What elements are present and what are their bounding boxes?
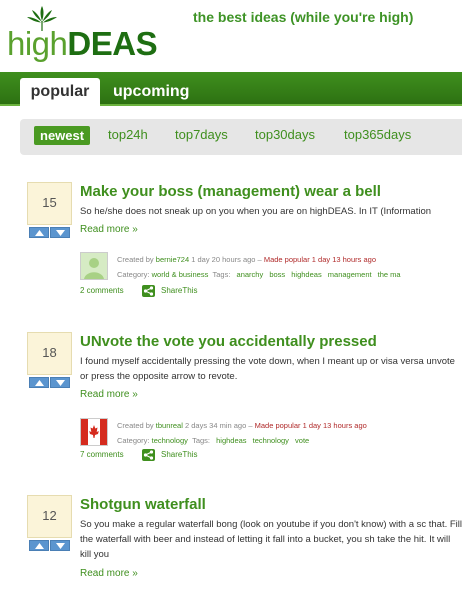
post-footer-links: 7 comments ShareThis — [80, 449, 197, 461]
filter-top7days[interactable]: top7days — [175, 127, 228, 142]
tag-link[interactable]: technology — [253, 436, 289, 445]
site-logo[interactable]: highDEAS — [7, 4, 187, 62]
vote-arrows — [27, 540, 72, 552]
logo-part-high: high — [7, 25, 68, 62]
tab-upcoming[interactable]: upcoming — [107, 78, 195, 108]
post-title[interactable]: UNvote the vote you accidentally pressed — [80, 333, 377, 350]
tab-popular[interactable]: popular — [20, 78, 100, 108]
author-link[interactable]: tbunreal — [156, 421, 183, 430]
post-footer-links: 2 comments ShareThis — [80, 285, 197, 297]
read-more-link[interactable]: Read more » — [80, 389, 138, 400]
arrow-up-icon — [35, 543, 44, 549]
category-link[interactable]: technology — [152, 436, 188, 445]
post-meta-category: Category: world & business Tags: anarchy… — [117, 267, 401, 282]
share-glyph — [143, 450, 154, 460]
tag-link[interactable]: highdeas — [291, 270, 321, 279]
vote-up-button[interactable] — [29, 540, 49, 551]
tag-link[interactable]: management — [328, 270, 372, 279]
read-more-link[interactable]: Read more » — [80, 568, 138, 579]
vote-up-button[interactable] — [29, 377, 49, 388]
tag-link[interactable]: the ma — [378, 270, 401, 279]
post-meta-created: Created by bernie724 1 day 20 hours ago … — [117, 252, 376, 267]
vote-count-box: 18 — [27, 332, 72, 375]
share-this-link[interactable]: ShareThis — [161, 450, 197, 459]
read-more-link[interactable]: Read more » — [80, 224, 138, 235]
post-excerpt: I found myself accidentally pressing the… — [80, 356, 455, 382]
vote-count: 18 — [42, 345, 57, 360]
tags-label: Tags: — [212, 270, 231, 279]
made-popular-text: Made popular 1 day 13 hours ago — [263, 255, 376, 264]
vote-arrows — [27, 227, 72, 239]
arrow-up-icon — [35, 230, 44, 236]
post-title[interactable]: Shotgun waterfall — [80, 496, 206, 513]
vote-down-button[interactable] — [50, 227, 70, 238]
post-age: 1 day 20 hours ago – — [191, 255, 262, 264]
filter-top30days[interactable]: top30days — [255, 127, 315, 142]
comments-link[interactable]: 7 comments — [80, 450, 124, 459]
tag-link[interactable]: highdeas — [216, 436, 246, 445]
made-popular-text: Made popular 1 day 13 hours ago — [254, 421, 367, 430]
tags-label: Tags: — [192, 436, 211, 445]
post-title[interactable]: Make your boss (management) wear a bell — [80, 183, 381, 200]
share-this-link[interactable]: ShareThis — [161, 286, 197, 295]
arrow-down-icon — [56, 380, 65, 386]
tag-link[interactable]: boss — [269, 270, 285, 279]
vote-arrows — [27, 377, 72, 389]
vote-down-button[interactable] — [50, 540, 70, 551]
comments-link[interactable]: 2 comments — [80, 286, 124, 295]
post-item: 15 Make your boss (management) wear a be… — [0, 182, 462, 332]
filter-top365days[interactable]: top365days — [344, 127, 411, 142]
filter-top24h[interactable]: top24h — [108, 127, 148, 142]
post-age: 2 days 34 min ago – — [184, 421, 253, 430]
tag-link[interactable]: anarchy — [237, 270, 264, 279]
canada-flag-icon — [81, 419, 107, 445]
category-link[interactable]: world & business — [152, 270, 209, 279]
site-tagline: the best ideas (while you're high) — [193, 9, 414, 25]
vote-count-box: 12 — [27, 495, 72, 538]
default-avatar-icon — [81, 253, 107, 279]
category-label: Category: — [117, 270, 150, 279]
arrow-down-icon — [56, 543, 65, 549]
arrow-down-icon — [56, 230, 65, 236]
share-icon[interactable] — [142, 285, 155, 297]
post-item: 18 UNvote the vote you accidentally pres… — [0, 332, 462, 482]
vote-up-button[interactable] — [29, 227, 49, 238]
created-by-label: Created by — [117, 255, 154, 264]
post-meta-category: Category: technology Tags: highdeas tech… — [117, 433, 309, 448]
author-link[interactable]: bernie724 — [156, 255, 189, 264]
vote-count-box: 15 — [27, 182, 72, 225]
sort-filter-bar: newest top24h top7days top30days top365d… — [20, 119, 462, 155]
category-label: Category: — [117, 436, 150, 445]
vote-count: 15 — [42, 195, 57, 210]
avatar[interactable] — [80, 418, 108, 446]
tag-link[interactable]: vote — [295, 436, 309, 445]
post-item: 12 Shotgun waterfall So you make a regul… — [0, 495, 462, 595]
post-meta-created: Created by tbunreal 2 days 34 min ago – … — [117, 418, 367, 433]
vote-count: 12 — [42, 508, 57, 523]
vote-down-button[interactable] — [50, 377, 70, 388]
created-by-label: Created by — [117, 421, 154, 430]
filter-newest[interactable]: newest — [34, 126, 91, 145]
arrow-up-icon — [35, 380, 44, 386]
logo-part-deas: DEAS — [67, 25, 158, 62]
logo-wordmark: highDEAS — [7, 25, 158, 62]
avatar[interactable] — [80, 252, 108, 280]
share-glyph — [143, 286, 154, 296]
post-excerpt: So you make a regular waterfall bong (lo… — [80, 519, 462, 560]
share-icon[interactable] — [142, 449, 155, 461]
main-tab-bar: popular upcoming — [0, 72, 462, 108]
